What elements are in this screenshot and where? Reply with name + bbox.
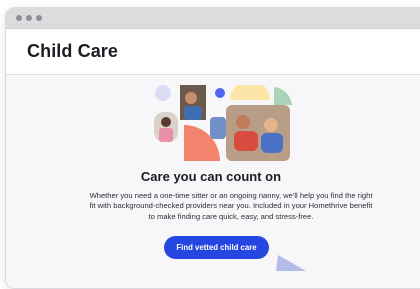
page-header: Child Care	[6, 29, 420, 75]
window-control-dot[interactable]	[36, 15, 42, 21]
decor-dot-blue	[215, 88, 225, 98]
browser-window: Child Care Care you can count on Whether…	[5, 7, 420, 289]
window-control-dot[interactable]	[16, 15, 22, 21]
find-child-care-button[interactable]: Find vetted child care	[164, 236, 269, 259]
photo-toy	[210, 117, 226, 139]
decor-shape-yellow	[230, 85, 270, 100]
hero-image	[154, 85, 292, 161]
main-content: Care you can count on Whether you need a…	[6, 75, 420, 288]
decor-circle-lavender	[155, 85, 171, 101]
section-description: Whether you need a one-time sitter or an…	[89, 191, 373, 221]
window-control-dot[interactable]	[26, 15, 32, 21]
decor-shape-green	[274, 87, 292, 105]
decorative-corner-shape	[276, 255, 306, 271]
window-titlebar	[6, 8, 420, 29]
section-headline: Care you can count on	[140, 169, 282, 184]
page-title: Child Care	[27, 41, 119, 61]
